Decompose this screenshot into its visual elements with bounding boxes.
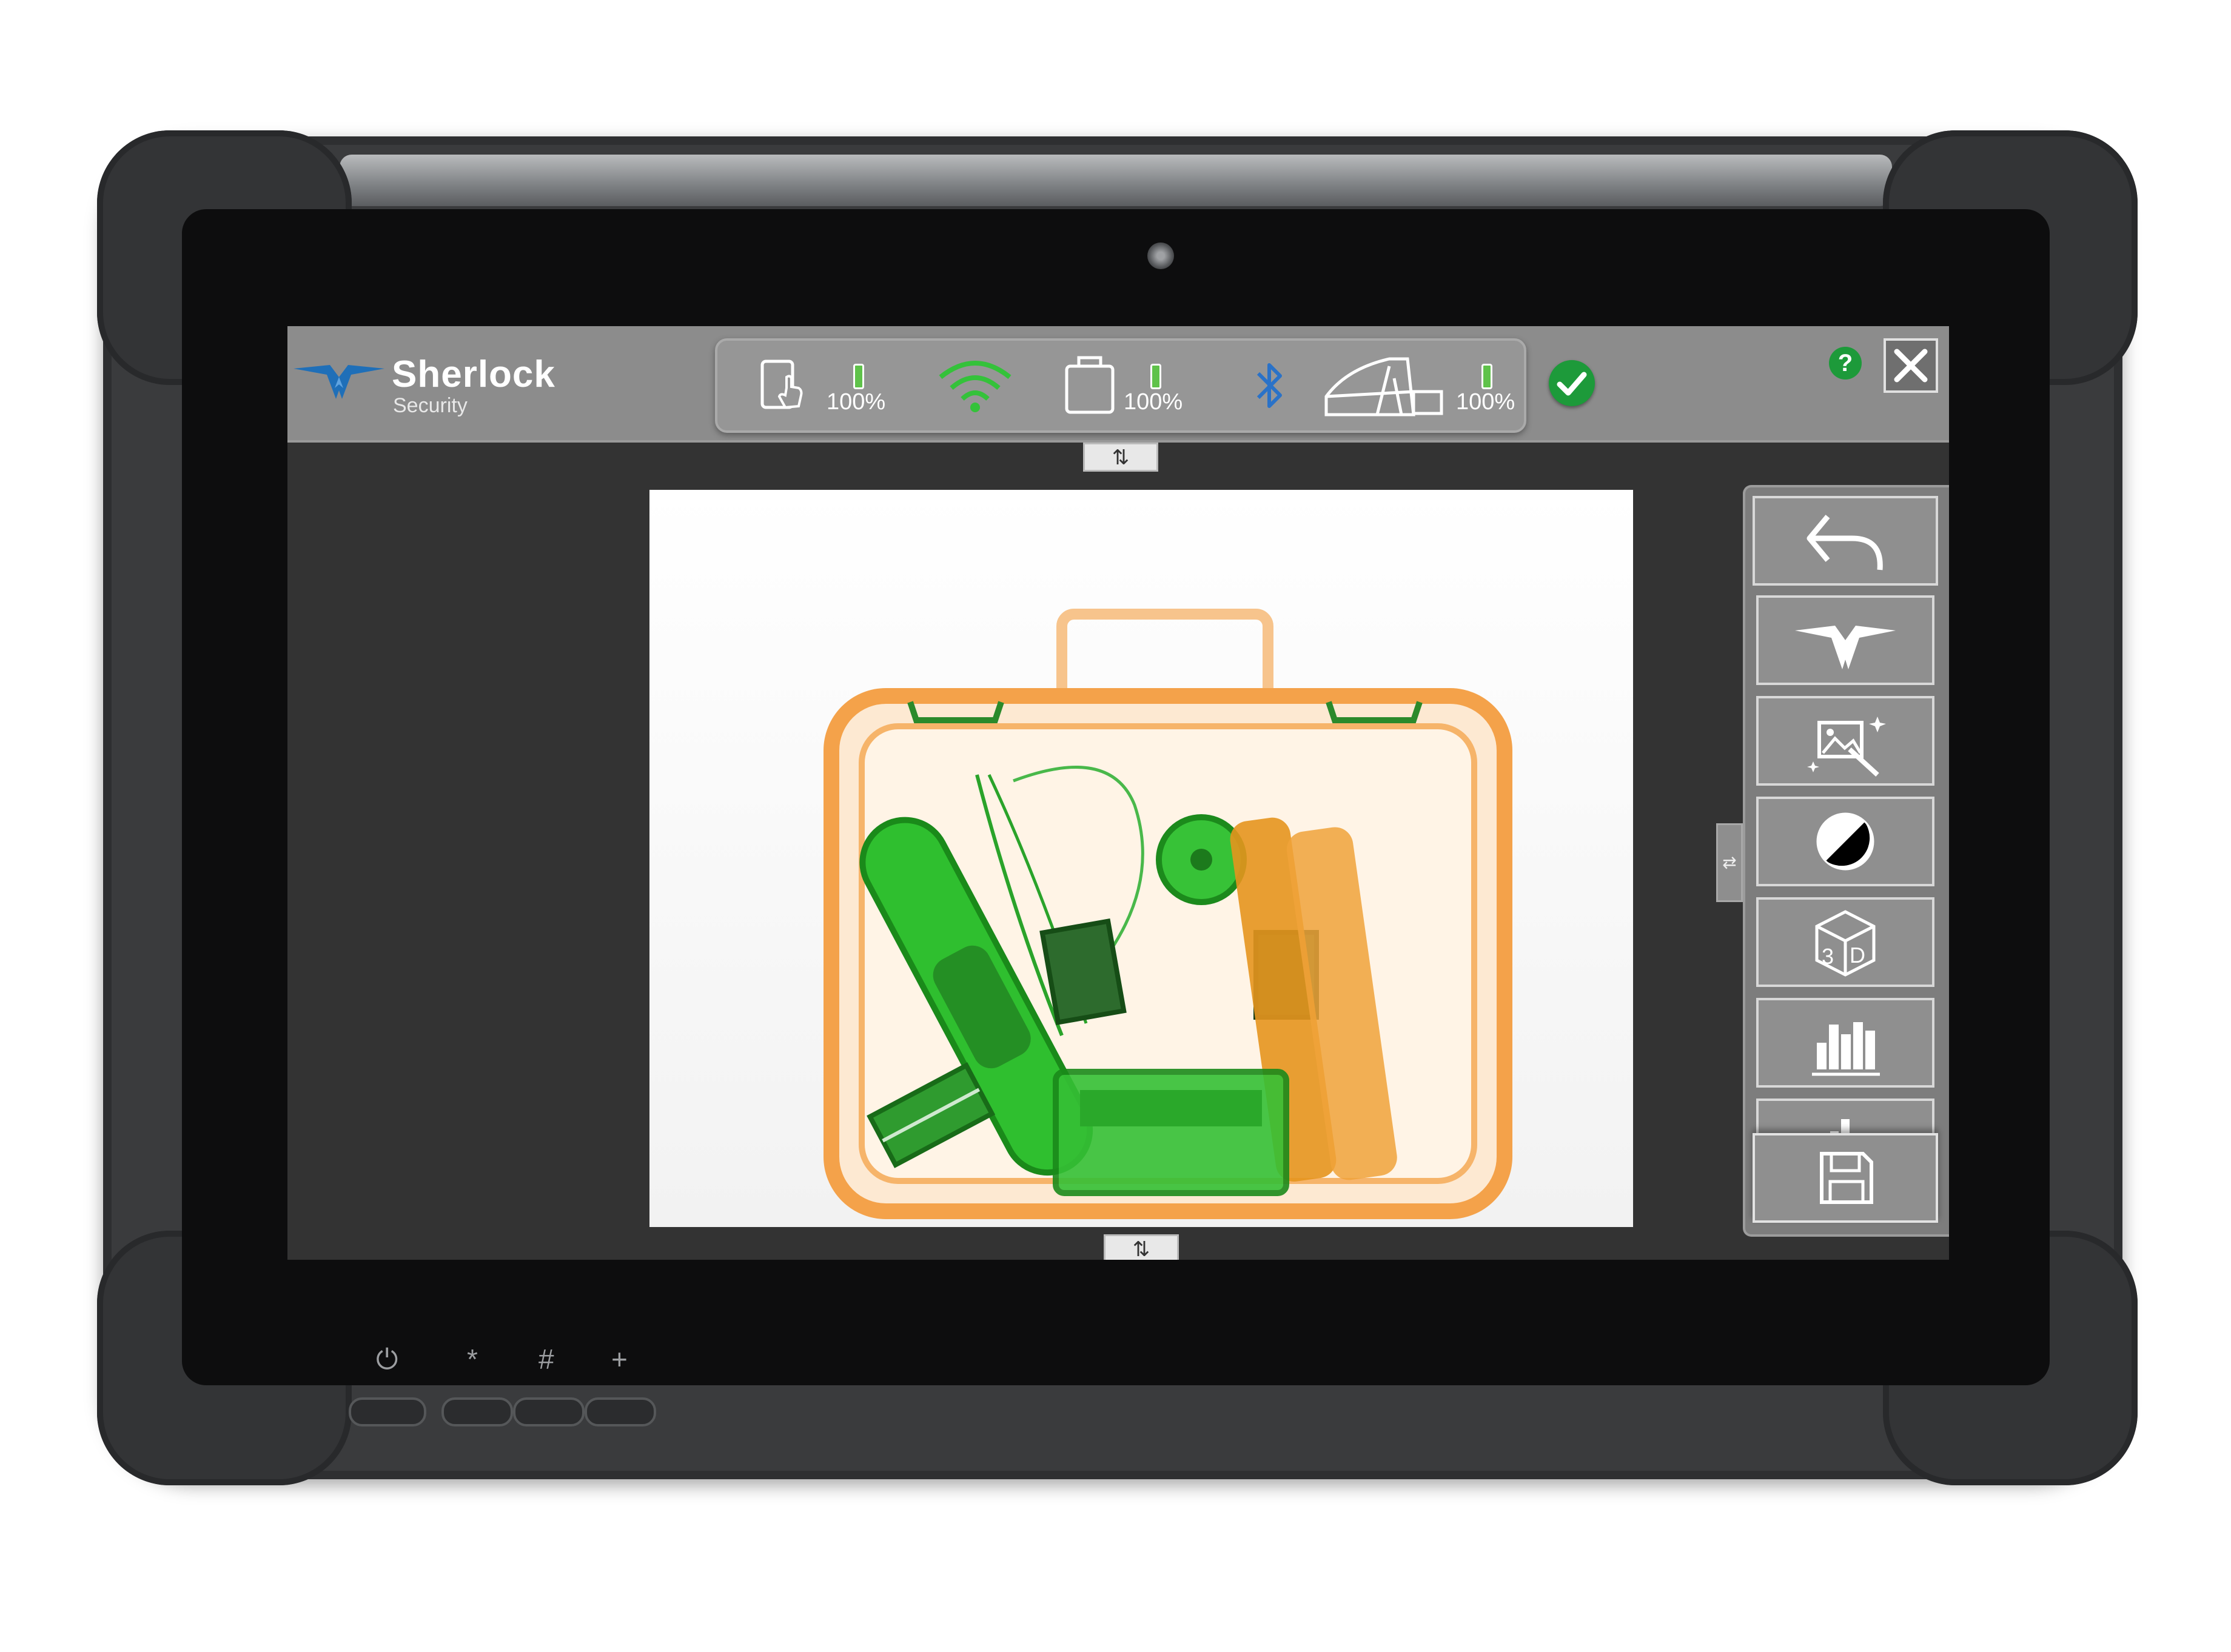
image-enhance-icon — [1807, 717, 1886, 777]
teledyne-logo-icon — [1795, 626, 1896, 669]
help-button[interactable]: ? — [1829, 347, 1862, 380]
svg-text:3: 3 — [1822, 944, 1834, 969]
tablet-battery-icon — [853, 364, 864, 389]
xray-image[interactable] — [649, 490, 1633, 1227]
case-battery-value: 100% — [1124, 389, 1183, 415]
camera-icon — [1147, 242, 1174, 269]
xray-scanner-icon — [1324, 357, 1443, 416]
3d-view-button[interactable]: 3 D — [1756, 897, 1934, 987]
check-icon — [1549, 360, 1595, 406]
brand-subtitle: Security — [393, 394, 468, 417]
tablet-battery-value: 100% — [827, 389, 886, 415]
teledyne-logo-icon — [294, 365, 384, 399]
close-icon — [1894, 349, 1928, 383]
battery-case-icon — [1065, 356, 1115, 414]
scanner-battery-icon — [1481, 364, 1492, 389]
close-button[interactable] — [1884, 338, 1938, 393]
case-battery-icon — [1150, 364, 1161, 389]
power-button[interactable] — [349, 1397, 426, 1426]
toolbar-handle[interactable]: ⇄ — [1716, 823, 1743, 902]
plus-label: + — [611, 1343, 628, 1375]
top-bar: Sherlock Security 100% 100% 100% ? — [287, 326, 1949, 443]
app-screen: Sherlock Security 100% 100% 100% ? ⇅ ⇅ ⇄… — [287, 326, 1949, 1260]
star-label: * — [467, 1343, 478, 1375]
top-panel-handle[interactable]: ⇅ — [1083, 443, 1158, 472]
star-button[interactable] — [441, 1397, 513, 1426]
back-icon — [1807, 515, 1883, 570]
plus-button[interactable] — [585, 1397, 656, 1426]
contrast-tool-button[interactable] — [1756, 797, 1934, 886]
xray-scan-picture — [649, 490, 1633, 1227]
3d-cube-icon: 3 D — [1815, 910, 1876, 977]
bluetooth-icon — [1256, 363, 1282, 408]
hash-label: # — [538, 1343, 554, 1375]
svg-text:D: D — [1850, 943, 1865, 968]
power-label: ⏻ — [376, 1343, 398, 1375]
wifi-icon — [939, 361, 1011, 412]
histogram-tool-button[interactable] — [1756, 998, 1934, 1088]
enhance-tool-button[interactable] — [1756, 696, 1934, 786]
histogram-icon — [1812, 1022, 1880, 1076]
tablet-touch-icon — [760, 359, 803, 409]
save-button[interactable] — [1753, 1133, 1938, 1223]
tablet-top-rail — [340, 155, 1892, 206]
contrast-icon — [1816, 812, 1874, 871]
back-button[interactable] — [1753, 496, 1938, 586]
scanner-battery-value: 100% — [1456, 389, 1515, 415]
bottom-panel-handle[interactable]: ⇅ — [1104, 1234, 1179, 1260]
tool-panel: 3 D — [1743, 485, 1949, 1237]
save-icon — [1820, 1152, 1873, 1204]
filter-tool-button[interactable] — [1756, 595, 1934, 685]
brand-name: Sherlock — [392, 353, 555, 395]
hash-button[interactable] — [513, 1397, 585, 1426]
status-panel: 100% 100% 100% — [715, 338, 1526, 433]
